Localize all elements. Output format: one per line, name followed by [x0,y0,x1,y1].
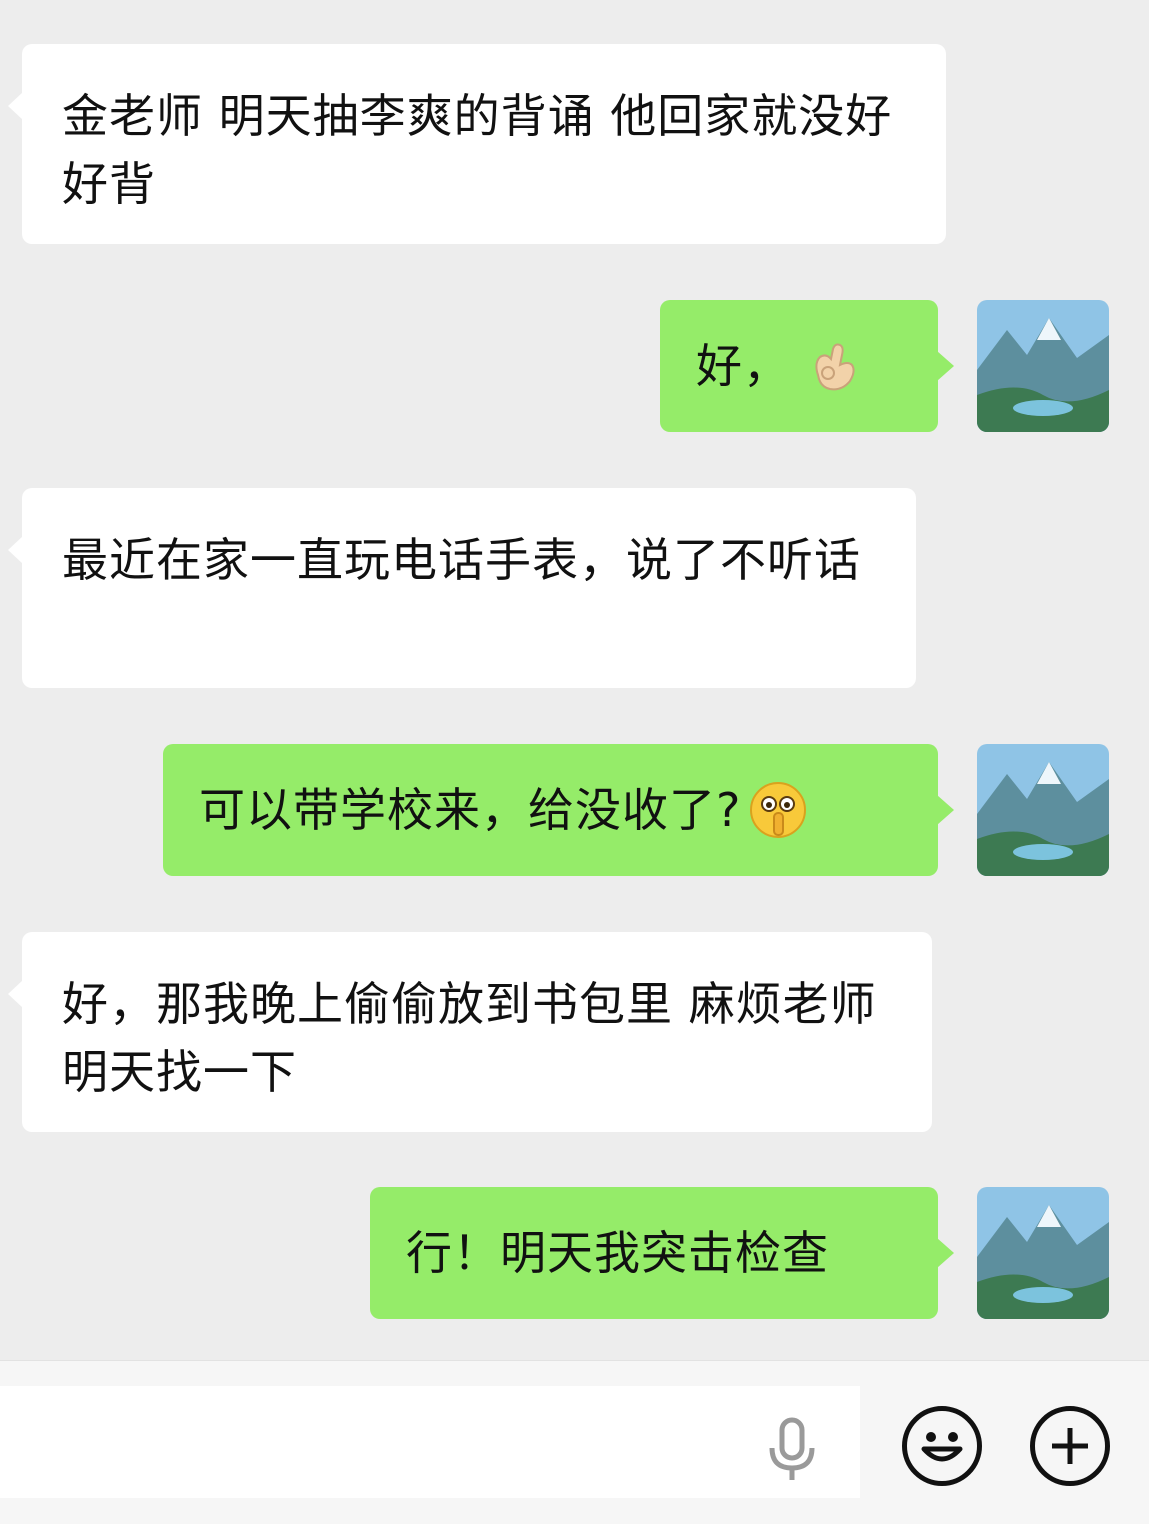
user-avatar[interactable] [977,1187,1109,1319]
microphone-icon[interactable] [762,1416,822,1486]
message-input[interactable] [0,1386,860,1498]
incoming-message-bubble[interactable]: 金老师 明天抽李爽的背诵 他回家就没好好背 [8,44,946,244]
message-text: 好， [696,339,790,393]
shushing-face-emoji [747,779,809,841]
chat-message-list: 金老师 明天抽李爽的背诵 他回家就没好好背 好， 最近在家一直玩电话手表，说了不… [0,0,1149,1360]
user-avatar[interactable] [977,300,1109,432]
user-avatar[interactable] [977,744,1109,876]
ok-hand-emoji [804,335,866,397]
message-text: 可以带学校来，给没收了? [199,783,742,837]
plus-icon[interactable] [1030,1406,1110,1486]
outgoing-message-bubble[interactable]: 好， [660,300,954,432]
message-text: 金老师 明天抽李爽的背诵 他回家就没好好背 [62,89,893,211]
incoming-message-bubble[interactable]: 好，那我晚上偷偷放到书包里 麻烦老师明天找一下 [8,932,932,1132]
outgoing-message-bubble[interactable]: 行！明天我突击检查 [370,1187,954,1319]
message-text: 好，那我晚上偷偷放到书包里 麻烦老师明天找一下 [62,977,877,1099]
incoming-message-bubble[interactable]: 最近在家一直玩电话手表，说了不听话 [8,488,916,688]
smiley-face-icon[interactable] [902,1406,982,1486]
message-text: 行！明天我突击检查 [406,1226,829,1280]
outgoing-message-bubble[interactable]: 可以带学校来，给没收了? [163,744,954,876]
message-text: 最近在家一直玩电话手表，说了不听话 [62,533,861,587]
